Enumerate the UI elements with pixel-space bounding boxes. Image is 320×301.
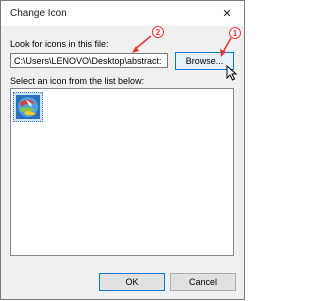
annotation-marker-2: 2 <box>152 26 164 38</box>
icon-file-path-value: C:\Users\LENOVO\Desktop\abstract: <box>14 56 162 66</box>
arrow-2-head <box>132 46 139 53</box>
arrow-2 <box>133 35 152 51</box>
abstract-image-icon <box>16 95 40 119</box>
look-for-icons-label: Look for icons in this file: <box>10 39 109 49</box>
mouse-pointer-icon <box>226 65 238 81</box>
icon-list-item[interactable] <box>13 92 43 122</box>
cancel-button[interactable]: Cancel <box>170 273 236 291</box>
window-title: Change Icon <box>10 8 67 19</box>
change-icon-dialog: Change Icon ✕ Look for icons in this fil… <box>0 0 245 300</box>
ok-button[interactable]: OK <box>99 273 165 291</box>
annotation-marker-1: 1 <box>229 27 241 39</box>
select-icon-label: Select an icon from the list below: <box>10 76 145 86</box>
title-bar: Change Icon ✕ <box>1 1 244 26</box>
close-button[interactable]: ✕ <box>210 1 244 26</box>
icon-list[interactable] <box>10 88 234 256</box>
close-icon: ✕ <box>222 8 232 20</box>
icon-file-path-input[interactable]: C:\Users\LENOVO\Desktop\abstract: <box>10 53 168 68</box>
